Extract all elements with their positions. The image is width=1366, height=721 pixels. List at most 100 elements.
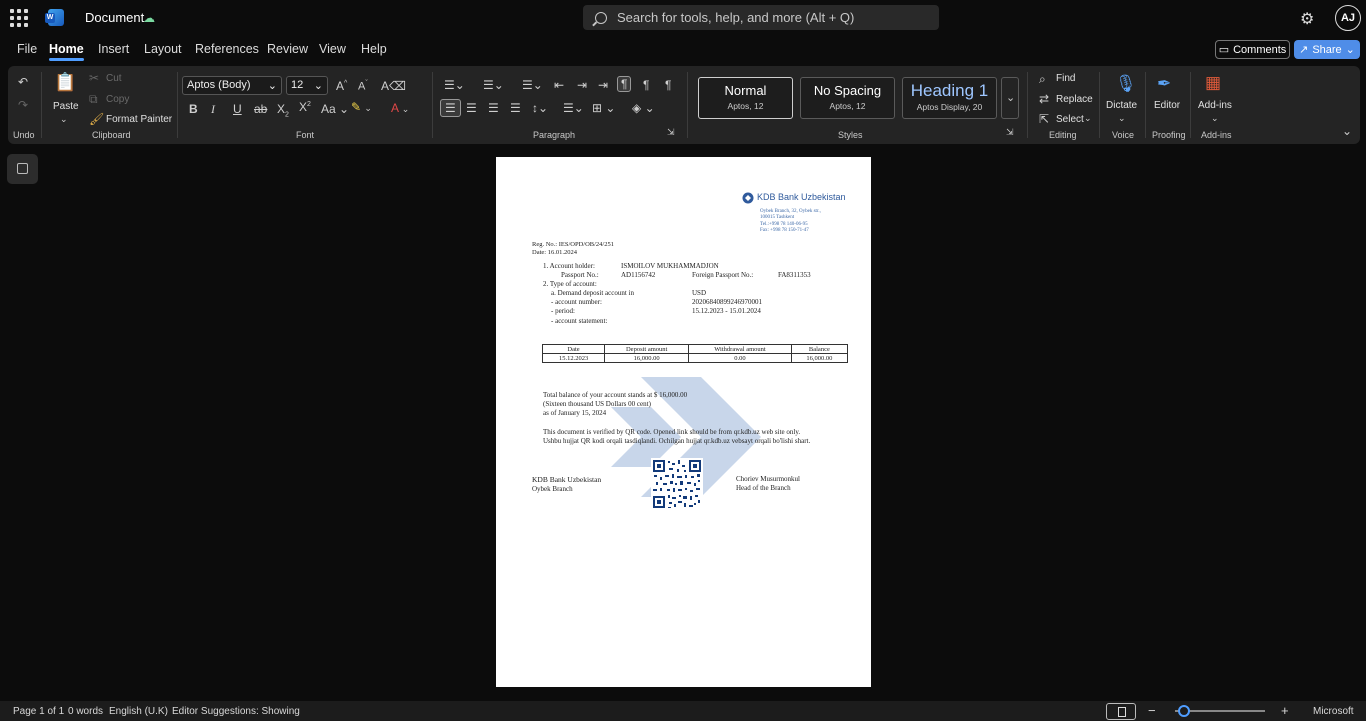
paste-button[interactable]: Paste — [53, 101, 79, 112]
user-avatar[interactable]: AJ — [1335, 5, 1361, 31]
page-count[interactable]: Page 1 of 1 — [13, 706, 64, 717]
undo-icon[interactable]: ↶ — [18, 75, 28, 89]
chevron-down-icon[interactable]: ⌄ — [1211, 113, 1219, 124]
copy-icon[interactable]: ⧉ — [89, 92, 98, 107]
dictate-button[interactable]: Dictate — [1106, 100, 1137, 111]
copy-button[interactable]: Copy — [106, 94, 129, 105]
paragraph-spacing-icon[interactable]: ☰⌄ — [563, 101, 584, 115]
line-spacing-icon[interactable]: ↕⌄ — [532, 101, 548, 115]
addins-grid-icon[interactable]: ▦ — [1205, 73, 1221, 93]
language-indicator[interactable]: English (U.K) — [109, 706, 168, 717]
zoom-slider-handle[interactable] — [1178, 705, 1190, 717]
format-painter-icon[interactable]: 🖌 — [89, 112, 104, 126]
address-line: Fax: +998 78 150-71-47 — [760, 228, 809, 233]
dialog-launcher-icon[interactable]: ⇲ — [1006, 127, 1014, 138]
align-center-icon[interactable]: ☰ — [466, 101, 477, 115]
microphone-icon[interactable]: 🎙 — [1115, 74, 1137, 94]
numbering-icon[interactable]: ☰⌄ — [483, 78, 504, 92]
styles-gallery-expand[interactable]: ⌄ — [1001, 77, 1019, 119]
document-page[interactable]: KDB Bank Uzbekistan Oybek Branch, 32, Oy… — [496, 157, 871, 687]
print-layout-view-button[interactable] — [1106, 703, 1136, 720]
shading-icon[interactable]: ◈ ⌄ — [632, 101, 655, 115]
font-color-icon[interactable]: A ⌄ — [391, 101, 409, 115]
tab-file[interactable]: File — [17, 42, 37, 56]
settings-gear-icon[interactable]: ⚙ — [1300, 9, 1314, 29]
clear-formatting-icon[interactable]: A⌫ — [381, 79, 406, 93]
find-button[interactable]: Find — [1056, 73, 1075, 84]
replace-button[interactable]: Replace — [1056, 94, 1093, 105]
clipboard-group-label: Clipboard — [92, 130, 131, 140]
ltr-paragraph-icon[interactable]: ¶ — [617, 76, 632, 92]
tab-references[interactable]: References — [195, 42, 259, 56]
borders-icon[interactable]: ⊞ ⌄ — [592, 101, 615, 115]
cut-icon[interactable]: ✂ — [89, 71, 99, 85]
app-launcher-icon[interactable] — [10, 9, 28, 27]
tab-insert[interactable]: Insert — [98, 42, 129, 56]
navigation-pane-button[interactable] — [7, 154, 38, 184]
chevron-down-icon[interactable]: ⌄ — [60, 114, 68, 125]
chevron-down-icon[interactable]: ⌄ — [1084, 113, 1092, 124]
cloud-saved-icon[interactable]: ☁ — [143, 11, 158, 25]
chevron-down-icon[interactable]: ⌄ — [1118, 113, 1126, 124]
bold-icon[interactable]: B — [189, 102, 198, 116]
ribbon-expand-chevron-icon[interactable]: ⌄ — [1342, 124, 1352, 138]
editor-suggestions-status[interactable]: Editor Suggestions: Showing — [172, 706, 300, 717]
zoom-in-button[interactable]: + — [1281, 703, 1289, 718]
superscript-icon[interactable]: X2 — [299, 100, 311, 114]
menu-bar: File Home Insert Layout References Revie… — [0, 38, 1366, 62]
show-marks-icon[interactable]: ¶ — [665, 78, 671, 92]
font-size-dropdown[interactable]: 12 ⌄ — [286, 76, 328, 95]
highlight-icon[interactable]: ✎ ⌄ — [351, 100, 372, 114]
change-case-icon[interactable]: Aa ⌄ — [321, 102, 349, 116]
dialog-launcher-icon[interactable]: ⇲ — [667, 127, 675, 138]
editor-pen-icon[interactable]: ✒ — [1157, 74, 1171, 94]
bullets-icon[interactable]: ☰⌄ — [444, 78, 465, 92]
comments-button[interactable]: ▭ Comments — [1215, 40, 1290, 59]
tab-home[interactable]: Home — [49, 42, 84, 61]
subscript-icon[interactable]: X2 — [277, 102, 289, 118]
addins-group-label: Add-ins — [1201, 130, 1232, 140]
select-cursor-icon[interactable]: ⇱ — [1039, 112, 1049, 126]
multilevel-list-icon[interactable]: ☰⌄ — [522, 78, 543, 92]
select-button[interactable]: Select — [1056, 114, 1084, 125]
align-left-icon[interactable]: ☰ — [440, 99, 461, 117]
style-heading-1[interactable]: Heading 1 Aptos Display, 20 — [902, 77, 997, 119]
justify-icon[interactable]: ☰ — [510, 101, 521, 115]
replace-icon[interactable]: ⇄ — [1039, 92, 1049, 106]
editor-button[interactable]: Editor — [1154, 100, 1180, 111]
holder-label: 1. Account holder: — [543, 262, 595, 270]
tab-review[interactable]: Review — [267, 42, 308, 56]
document-title[interactable]: Document — [85, 10, 144, 25]
search-box[interactable]: Search for tools, help, and more (Alt + … — [583, 5, 939, 30]
grow-font-icon[interactable]: A^ — [336, 79, 347, 93]
style-no-spacing[interactable]: No Spacing Aptos, 12 — [800, 77, 895, 119]
chevron-down-icon: ⌄ — [313, 80, 323, 92]
underline-icon[interactable]: U — [233, 102, 242, 116]
ltr-icon[interactable]: ⇥ — [598, 78, 608, 92]
shrink-font-icon[interactable]: Aˇ — [358, 80, 368, 93]
align-right-icon[interactable]: ☰ — [488, 101, 499, 115]
cut-button[interactable]: Cut — [106, 73, 122, 84]
zoom-out-button[interactable]: − — [1148, 703, 1156, 718]
addins-button[interactable]: Add-ins — [1198, 100, 1232, 111]
decrease-indent-icon[interactable]: ⇤ — [554, 78, 564, 92]
redo-icon[interactable]: ↷ — [18, 98, 28, 112]
share-button[interactable]: ↗ Share ⌄ — [1294, 40, 1360, 59]
find-icon[interactable]: ⌕ — [1039, 72, 1046, 87]
table-header: Withdrawal amount — [688, 344, 792, 354]
paste-icon[interactable]: 📋 — [54, 72, 76, 93]
increase-indent-icon[interactable]: ⇥ — [577, 78, 587, 92]
tab-view[interactable]: View — [319, 42, 346, 56]
word-count[interactable]: 0 words — [68, 706, 103, 717]
style-normal[interactable]: Normal Aptos, 12 — [698, 77, 793, 119]
tab-help[interactable]: Help — [361, 42, 387, 56]
strikethrough-icon[interactable]: ab — [254, 102, 267, 116]
italic-icon[interactable]: I — [211, 102, 215, 117]
rtl-paragraph-icon[interactable]: ¶ — [643, 78, 649, 92]
tab-layout[interactable]: Layout — [144, 42, 182, 56]
period-value: 15.12.2023 - 15.01.2024 — [692, 307, 761, 315]
font-name-dropdown[interactable]: Aptos (Body) ⌄ — [182, 76, 282, 95]
format-painter-button[interactable]: Format Painter — [106, 114, 172, 125]
table-cell: 15.12.2023 — [541, 353, 606, 363]
search-icon — [595, 11, 607, 24]
